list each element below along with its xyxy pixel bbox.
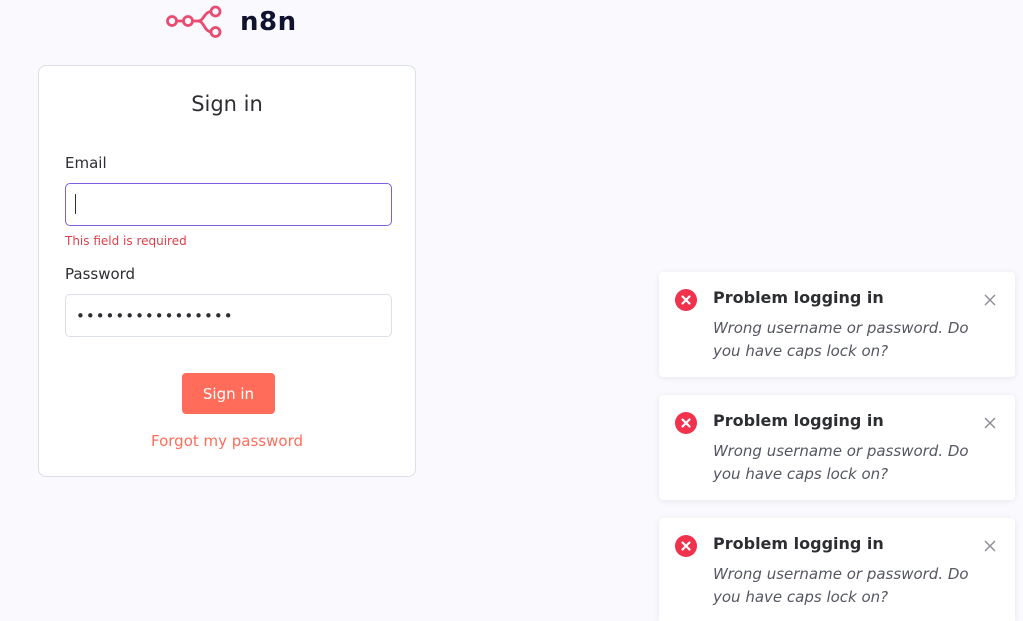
toast-message: Wrong username or password. Do you have … — [713, 565, 969, 606]
error-icon — [675, 289, 697, 311]
email-input[interactable] — [65, 183, 392, 226]
n8n-logo-icon — [166, 5, 222, 38]
text-caret — [75, 194, 76, 214]
password-input[interactable] — [65, 294, 392, 337]
toast-title: Problem logging in — [713, 411, 884, 430]
close-icon[interactable] — [983, 292, 997, 306]
error-icon — [675, 535, 697, 557]
error-toast: Problem logging in Wrong username or pas… — [659, 272, 1015, 377]
email-label: Email — [65, 154, 107, 172]
n8n-logo: n8n — [166, 4, 297, 40]
logo-text: n8n — [240, 7, 297, 37]
error-toast: Problem logging in Wrong username or pas… — [659, 395, 1015, 500]
email-error-message: This field is required — [65, 234, 187, 248]
toast-title: Problem logging in — [713, 534, 884, 553]
close-icon[interactable] — [983, 538, 997, 552]
login-page: n8n Sign in Email This field is required… — [0, 0, 1023, 621]
toast-message: Wrong username or password. Do you have … — [713, 442, 969, 483]
toast-message: Wrong username or password. Do you have … — [713, 319, 969, 360]
toast-title: Problem logging in — [713, 288, 884, 307]
password-label: Password — [65, 265, 136, 283]
signin-button[interactable]: Sign in — [182, 373, 275, 414]
forgot-password-link[interactable]: Forgot my password — [39, 432, 415, 450]
close-icon[interactable] — [983, 415, 997, 429]
error-icon — [675, 412, 697, 434]
signin-title: Sign in — [191, 92, 263, 116]
signin-card: Sign in Email This field is required Pas… — [38, 65, 416, 477]
error-toast: Problem logging in Wrong username or pas… — [659, 518, 1015, 621]
